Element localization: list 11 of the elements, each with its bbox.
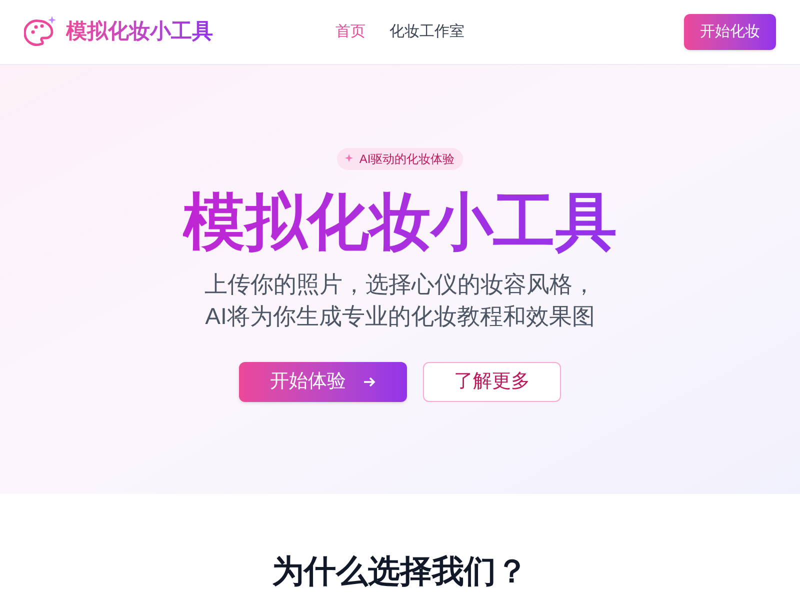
arrow-icon: [362, 375, 376, 390]
hero-subtitle: 上传你的照片，选择心仪的妆容风格， AI将为你生成专业的化妆教程和效果图: [204, 270, 596, 332]
section-title: 为什么选择我们？: [272, 552, 528, 590]
badge-text: AI驱动的化妆体验: [359, 151, 455, 168]
start-makeup-button[interactable]: 开始化妆: [684, 14, 776, 50]
palette-icon: [24, 15, 58, 49]
learn-more-button[interactable]: 了解更多: [423, 362, 561, 402]
nav-link[interactable]: 首页: [336, 20, 366, 44]
start-button[interactable]: 开始体验: [239, 362, 407, 402]
nav-link[interactable]: 化妆工作室: [390, 20, 464, 44]
sparkle-icon: [345, 154, 356, 164]
